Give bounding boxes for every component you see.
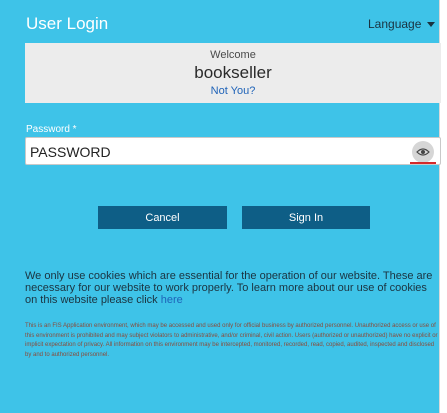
welcome-username: bookseller bbox=[194, 63, 272, 82]
cancel-button[interactable]: Cancel bbox=[98, 206, 227, 229]
eye-underline-mark bbox=[410, 162, 436, 164]
show-password-toggle[interactable] bbox=[412, 141, 434, 163]
not-you-link[interactable]: Not You? bbox=[25, 85, 441, 97]
cookie-notice: We only use cookies which are essential … bbox=[25, 270, 435, 306]
eye-icon bbox=[416, 148, 430, 156]
cookie-here-link[interactable]: here bbox=[161, 294, 183, 306]
welcome-panel: Welcome bookseller Not You? bbox=[25, 43, 441, 103]
login-page: User Login Language Welcome bookseller N… bbox=[0, 0, 441, 413]
cookie-text: We only use cookies which are essential … bbox=[25, 270, 433, 306]
language-label: Language bbox=[368, 17, 422, 31]
header: User Login Language bbox=[0, 0, 440, 40]
password-label: Password * bbox=[26, 124, 77, 135]
caret-down-icon bbox=[427, 21, 436, 27]
password-input[interactable] bbox=[30, 142, 400, 162]
welcome-label: Welcome bbox=[210, 49, 256, 61]
sign-in-button[interactable]: Sign In bbox=[242, 206, 370, 229]
password-field bbox=[25, 137, 441, 165]
page-title: User Login bbox=[26, 14, 109, 33]
legal-disclaimer: This is an FIS Application environment, … bbox=[25, 323, 438, 358]
language-dropdown[interactable]: Language bbox=[368, 17, 436, 31]
